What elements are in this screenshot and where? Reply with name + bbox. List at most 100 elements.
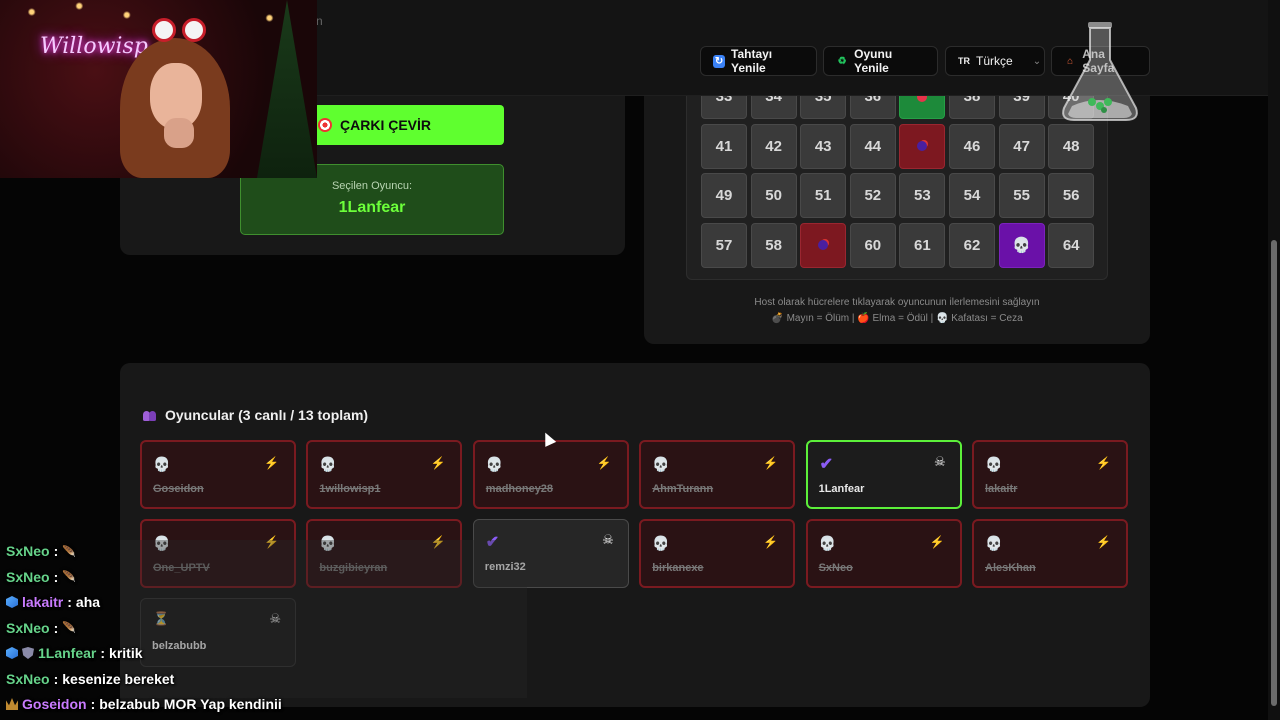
scrollbar-thumb[interactable] bbox=[1271, 240, 1277, 706]
player-card[interactable]: 💀 ⚡ AlesKhan bbox=[972, 519, 1128, 588]
lightning-icon[interactable]: ⚡ bbox=[763, 456, 778, 470]
board-cell[interactable]: 36 bbox=[849, 96, 896, 119]
chat-message: 1Lanfear : kritik bbox=[6, 645, 143, 661]
chat-background bbox=[120, 540, 527, 698]
chat-text: aha bbox=[75, 594, 101, 610]
cell-number: 46 bbox=[963, 137, 981, 155]
target-icon bbox=[318, 118, 332, 132]
selected-player-name: 1Lanfear bbox=[338, 199, 406, 216]
cell-number: 61 bbox=[914, 236, 931, 254]
skull-icon: 💀 bbox=[1012, 237, 1031, 255]
board-cell[interactable]: 44 bbox=[849, 123, 896, 169]
board-cell[interactable]: 50 bbox=[750, 173, 797, 219]
reindeer-headband bbox=[152, 18, 212, 42]
board-cell[interactable]: 53 bbox=[899, 173, 946, 219]
board-cell[interactable]: 46 bbox=[949, 123, 995, 169]
board-cell[interactable]: 38 bbox=[949, 96, 995, 119]
board-cell[interactable]: 41 bbox=[701, 123, 747, 169]
player-name: AhmTurann bbox=[652, 483, 714, 495]
people-icon bbox=[143, 409, 157, 421]
board-cell[interactable]: 34 bbox=[750, 96, 797, 119]
player-card[interactable]: ✔ ☠ 1Lanfear bbox=[805, 440, 962, 509]
board-cell[interactable]: 48 bbox=[1048, 123, 1095, 169]
lightning-icon[interactable]: ⚡ bbox=[763, 535, 778, 549]
refresh-board-label: Tahtayı Yenile bbox=[731, 47, 773, 75]
lightning-icon[interactable]: ⚡ bbox=[430, 456, 445, 470]
board-cell[interactable]: 35 bbox=[800, 96, 847, 119]
board-cell[interactable]: 62 bbox=[949, 222, 995, 268]
refresh-board-button[interactable]: ↻ Tahtayı Yenile bbox=[700, 46, 817, 76]
board-cell-skull[interactable]: 💀 bbox=[998, 222, 1045, 268]
player-card[interactable]: 💀 ⚡ lakaitr bbox=[972, 440, 1128, 509]
cell-number: 57 bbox=[715, 236, 733, 254]
player-card[interactable]: 💀 ⚡ 1willowisp1 bbox=[306, 440, 463, 509]
board-cell[interactable]: 33 bbox=[701, 96, 747, 119]
board-cell[interactable]: 61 bbox=[899, 222, 946, 268]
board-cell[interactable]: 52 bbox=[849, 173, 896, 219]
board-cell[interactable]: 51 bbox=[800, 173, 847, 219]
board-cell[interactable]: 42 bbox=[750, 123, 797, 169]
spin-wheel-button[interactable]: ÇARKI ÇEVİR bbox=[316, 105, 504, 145]
board-cell[interactable]: 56 bbox=[1048, 173, 1095, 219]
spin-wheel-label: ÇARKI ÇEVİR bbox=[340, 117, 432, 133]
lightning-icon[interactable]: ⚡ bbox=[1096, 456, 1111, 470]
cell-number: 62 bbox=[963, 236, 981, 254]
player-card[interactable]: 💀 ⚡ AhmTurann bbox=[639, 440, 796, 509]
chat-text: kesenize bereket bbox=[62, 670, 175, 687]
player-name: 1Lanfear bbox=[818, 483, 865, 495]
player-card[interactable]: 💀 ⚡ madhoney28 bbox=[472, 440, 629, 509]
player-card[interactable]: 💀 ⚡ birkanexe bbox=[639, 519, 796, 588]
board-cell-apple[interactable] bbox=[899, 96, 946, 119]
players-header: Oyuncular (3 canlı / 13 toplam) bbox=[143, 407, 368, 423]
language-code: TR bbox=[958, 56, 970, 66]
game-page: n ↻ Tahtayı Yenile ♻ Oyunu Yenile TR Tür… bbox=[0, 0, 1280, 720]
chat-message: SxNeo : kesenize bereket bbox=[6, 671, 174, 687]
cell-number: 52 bbox=[864, 187, 882, 205]
lightning-icon[interactable]: ⚡ bbox=[264, 456, 279, 470]
restart-game-button[interactable]: ♻ Oyunu Yenile bbox=[823, 46, 938, 76]
board-cell[interactable]: 49 bbox=[701, 173, 747, 219]
chat-username: SxNeo bbox=[6, 670, 50, 687]
board-cell[interactable]: 57 bbox=[701, 222, 747, 268]
player-name: AlesKhan bbox=[985, 562, 1036, 574]
board-cell[interactable]: 60 bbox=[849, 222, 896, 268]
game-board: 3334353638394041424344464748495051525354… bbox=[686, 96, 1108, 280]
cell-number: 38 bbox=[963, 96, 981, 105]
cell-number: 55 bbox=[1013, 187, 1030, 205]
kill-player-icon[interactable]: ☠ bbox=[934, 454, 946, 470]
lightning-icon[interactable]: ⚡ bbox=[930, 535, 945, 549]
cell-number: 34 bbox=[765, 96, 782, 105]
player-card[interactable]: 💀 ⚡ SxNeo bbox=[805, 519, 962, 588]
chat-username: SxNeo bbox=[6, 543, 50, 559]
board-cell[interactable]: 58 bbox=[750, 222, 797, 268]
page-scrollbar[interactable] bbox=[1268, 0, 1280, 720]
player-name: madhoney28 bbox=[485, 483, 554, 495]
kill-player-icon[interactable]: ☠ bbox=[602, 532, 614, 548]
board-cell[interactable]: 54 bbox=[949, 173, 995, 219]
cell-number: 42 bbox=[765, 137, 782, 155]
board-cell[interactable]: 55 bbox=[998, 173, 1045, 219]
cell-number: 43 bbox=[814, 137, 832, 155]
player-card[interactable]: 💀 ⚡ Goseidon bbox=[140, 440, 296, 509]
players-title: Oyuncular (3 canlı / 13 toplam) bbox=[165, 407, 369, 423]
feather-emote-icon: 🪶 bbox=[62, 571, 76, 583]
chat-text: kritik bbox=[109, 645, 143, 661]
lightning-icon[interactable]: ⚡ bbox=[597, 456, 612, 470]
board-cell-mine[interactable] bbox=[800, 222, 847, 268]
board-cell-mine[interactable] bbox=[899, 123, 946, 169]
language-select[interactable]: TR Türkçe ⌄ bbox=[945, 46, 1045, 76]
board-cell[interactable]: 43 bbox=[800, 123, 847, 169]
skull-icon: 💀 bbox=[652, 456, 670, 472]
chat-message: SxNeo : 🪶 bbox=[6, 543, 76, 559]
cell-number: 56 bbox=[1062, 187, 1080, 205]
board-cell[interactable]: 64 bbox=[1048, 222, 1095, 268]
skull-icon: 💀 bbox=[153, 456, 171, 472]
streamer bbox=[120, 18, 230, 178]
lightning-icon[interactable]: ⚡ bbox=[1096, 535, 1111, 549]
cell-number: 41 bbox=[715, 137, 733, 155]
bomb-icon bbox=[917, 141, 928, 152]
board-cell[interactable]: 39 bbox=[998, 96, 1045, 119]
cell-number: 39 bbox=[1013, 96, 1030, 105]
chat-separator: : bbox=[53, 670, 59, 687]
board-cell[interactable]: 47 bbox=[998, 123, 1045, 169]
